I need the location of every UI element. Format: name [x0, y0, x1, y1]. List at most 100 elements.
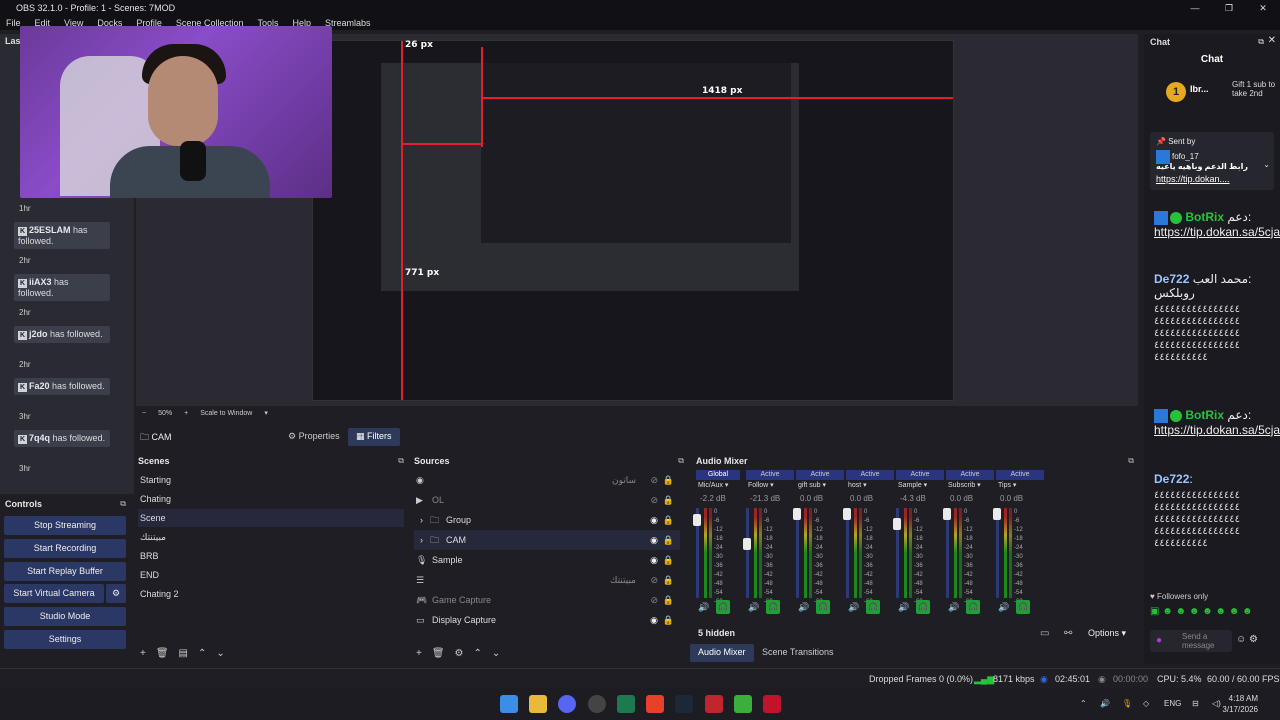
lock-icon[interactable]: 🔒 — [663, 590, 674, 610]
headphone-icon[interactable]: 🎧 — [866, 600, 880, 614]
scene-item[interactable]: ﻣﺒﻴﺘﻨﺘﻚ — [138, 528, 404, 546]
language-indicator[interactable]: ENG — [1164, 699, 1181, 708]
scene-item[interactable]: BRB — [138, 547, 404, 565]
lock-icon[interactable]: 🔒 — [663, 510, 674, 530]
stop-streaming-button[interactable]: Stop Streaming — [4, 516, 126, 535]
emoji-icon[interactable]: ☺ ⚙ — [1236, 634, 1258, 645]
lock-icon[interactable]: 🔒 — [663, 530, 674, 550]
speaker-icon[interactable]: 🔊 — [798, 602, 809, 613]
file-explorer-icon[interactable] — [529, 695, 547, 713]
undock-icon[interactable]: ⧉ — [398, 456, 404, 466]
volume-fader[interactable] — [893, 508, 901, 598]
scene-item[interactable]: Chating — [138, 490, 404, 508]
channel-name[interactable]: Follow ▾ — [748, 481, 774, 489]
notification-icon[interactable]: ◇ — [1143, 699, 1149, 708]
eye-hidden-icon[interactable]: ⊘ — [650, 470, 658, 490]
eye-icon[interactable]: ◉ — [650, 610, 658, 630]
tab-audio-mixer[interactable]: Audio Mixer — [690, 644, 754, 662]
settings-button[interactable]: Settings — [4, 630, 126, 649]
undock-icon[interactable]: ⧉ — [1128, 456, 1134, 466]
add-icon[interactable]: + — [416, 648, 422, 659]
move-up-icon[interactable]: ⌃ — [474, 648, 482, 659]
pinned-message[interactable]: 📌 Sent by fofo_17 ﺭﺍﺑﻂ ﺍﻟﺪﻋﻢ ﻭﺑﺎﻫﻴﻪ ﻳﺎﻋﻴ… — [1150, 132, 1274, 190]
chevron-down-icon[interactable]: ▾ — [264, 409, 268, 417]
gear-icon[interactable]: ⚙ — [455, 648, 464, 659]
lock-icon[interactable]: 🔒 — [663, 570, 674, 590]
trash-icon[interactable]: 🗑 — [432, 648, 445, 659]
properties-button[interactable]: ⚙ Properties — [280, 428, 348, 446]
feed-item[interactable]: K 7q4q has followed. — [14, 430, 110, 447]
eye-icon[interactable]: ◉ — [650, 510, 658, 530]
program-canvas[interactable] — [312, 40, 954, 401]
filter-icon[interactable]: ▤ — [179, 648, 188, 659]
feed-item[interactable]: Kj2do has followed. — [14, 326, 110, 343]
headphone-icon[interactable]: 🎧 — [916, 600, 930, 614]
volume-fader[interactable] — [993, 508, 1001, 598]
layout-icon[interactable]: ▭ — [1040, 628, 1049, 639]
fader-knob[interactable] — [993, 508, 1001, 520]
minimize-icon[interactable]: — — [1178, 3, 1212, 14]
scene-item-selected[interactable]: Scene — [138, 509, 404, 527]
headphone-icon[interactable]: 🎧 — [716, 600, 730, 614]
discord-icon[interactable] — [558, 695, 576, 713]
speaker-icon[interactable]: 🔊 — [698, 602, 709, 613]
chat-input[interactable]: ● Send a message — [1150, 630, 1232, 652]
menu-file[interactable]: File — [6, 18, 21, 28]
fader-knob[interactable] — [693, 514, 701, 526]
start-recording-button[interactable]: Start Recording — [4, 539, 126, 558]
fader-knob[interactable] — [843, 508, 851, 520]
feed-item[interactable]: K Fa20 has followed. — [14, 378, 110, 395]
move-down-icon[interactable]: ⌄ — [492, 648, 500, 659]
add-icon[interactable]: + — [140, 648, 146, 659]
scene-item[interactable]: Starting — [138, 471, 404, 489]
maximize-icon[interactable]: ❐ — [1212, 3, 1246, 14]
virtual-camera-gear-icon[interactable]: ⚙ — [106, 584, 126, 603]
headphone-icon[interactable]: 🎧 — [816, 600, 830, 614]
steam-icon[interactable] — [675, 695, 693, 713]
speaker-icon[interactable]: 🔊 — [998, 602, 1009, 613]
chevron-down-icon[interactable]: ⌄ — [1263, 160, 1270, 169]
feed-item[interactable]: K 25ESLAM has followed. — [14, 222, 110, 249]
lock-icon[interactable]: 🔒 — [663, 550, 674, 570]
eye-icon[interactable]: ◉ — [650, 550, 658, 570]
speaker-icon[interactable]: 🔊 — [1100, 699, 1110, 708]
undock-icon[interactable]: ⧉ — [120, 499, 126, 509]
channel-name[interactable]: Subscrib ▾ — [948, 481, 981, 489]
windows-start-icon[interactable] — [500, 695, 518, 713]
volume-fader[interactable] — [793, 508, 801, 598]
scale-mode-select[interactable]: Scale to Window — [200, 410, 252, 417]
move-up-icon[interactable]: ⌃ — [198, 648, 206, 659]
eye-hidden-icon[interactable]: ⊘ — [650, 570, 658, 590]
options-button[interactable]: Options ▾ — [1088, 628, 1126, 639]
move-down-icon[interactable]: ⌄ — [216, 648, 224, 659]
volume-fader[interactable] — [743, 508, 751, 598]
fader-knob[interactable] — [943, 508, 951, 520]
channel-name[interactable]: gift sub ▾ — [798, 481, 826, 489]
clock[interactable]: 4:18 AM 3/17/2026 — [1222, 693, 1258, 715]
acrobat-icon[interactable] — [763, 695, 781, 713]
headphone-icon[interactable]: 🎧 — [966, 600, 980, 614]
tab-scene-transitions[interactable]: Scene Transitions — [754, 644, 842, 662]
brave-icon[interactable] — [646, 695, 664, 713]
scene-item[interactable]: Chating 2 — [138, 585, 404, 603]
close-icon[interactable]: ✕ — [1246, 3, 1280, 14]
channel-name[interactable]: Sample ▾ — [898, 481, 927, 489]
eye-hidden-icon[interactable]: ⊘ — [650, 490, 658, 510]
mic-tray-icon[interactable]: 🎙 — [1122, 699, 1132, 708]
link-icon[interactable]: ⚯ — [1064, 628, 1072, 639]
volume-fader[interactable] — [693, 508, 701, 598]
channel-name[interactable]: host ▾ — [848, 481, 867, 489]
terminal-icon[interactable] — [617, 695, 635, 713]
source-item[interactable]: 🎙 Sample ◉ 🔒 — [414, 550, 680, 570]
feed-item[interactable]: KiiAX3 has followed. — [14, 274, 110, 301]
volume-icon[interactable]: ◁) — [1212, 699, 1221, 708]
pinned-link[interactable]: https://tip.dokan.... — [1156, 174, 1230, 184]
studio-mode-button[interactable]: Studio Mode — [4, 607, 126, 626]
lock-icon[interactable]: 🔒 — [663, 610, 674, 630]
zoom-in-button[interactable]: + — [184, 410, 188, 417]
close-icon[interactable]: ✕ — [1268, 35, 1276, 46]
start-replay-buffer-button[interactable]: Start Replay Buffer — [4, 562, 126, 581]
eye-icon[interactable]: ◉ — [650, 530, 658, 550]
fader-knob[interactable] — [793, 508, 801, 520]
channel-name[interactable]: Tips ▾ — [998, 481, 1016, 489]
